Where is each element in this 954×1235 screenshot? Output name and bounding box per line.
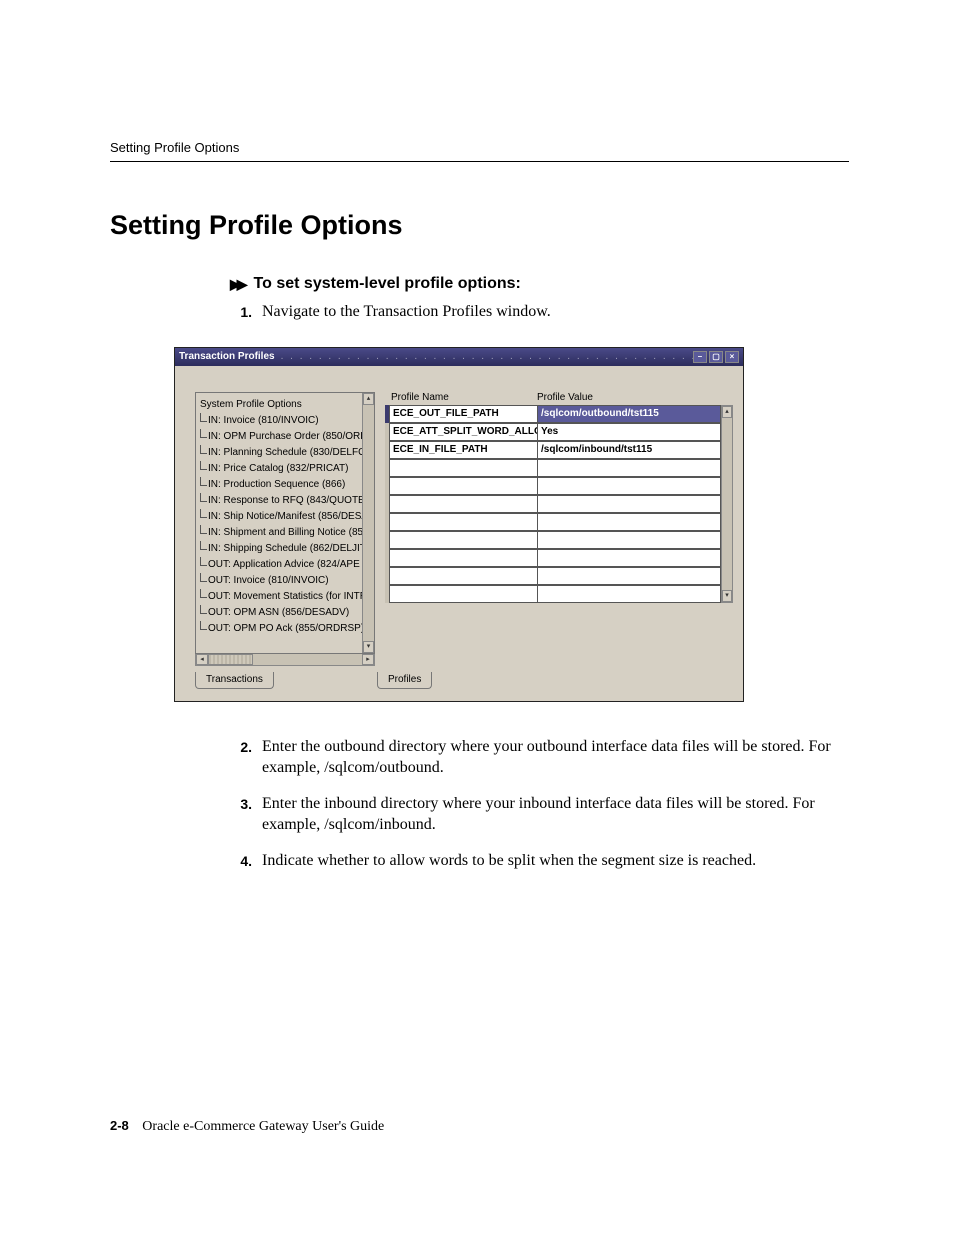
cell-profile-name[interactable]: ECE_OUT_FILE_PATH <box>389 405 537 423</box>
table-row[interactable] <box>385 585 721 603</box>
minimize-button[interactable]: – <box>693 351 707 363</box>
book-title: Oracle e-Commerce Gateway User's Guide <box>142 1119 384 1134</box>
grid-headers: Profile Name Profile Value <box>385 392 733 403</box>
tree-item[interactable]: IN: Price Catalog (832/PRICAT) <box>200 461 372 477</box>
procedure-step: 1.Navigate to the Transaction Profiles w… <box>230 301 849 323</box>
scroll-left-button[interactable]: ◂ <box>196 654 208 665</box>
table-row[interactable] <box>385 459 721 477</box>
cell-profile-value[interactable] <box>537 459 721 477</box>
grid-vertical-scrollbar[interactable]: ▴ ▾ <box>721 405 733 603</box>
procedure-heading-text: To set system-level profile options: <box>254 275 521 293</box>
cell-profile-value[interactable] <box>537 585 721 603</box>
tree-item[interactable]: OUT: OPM PO Ack (855/ORDRSP) <box>200 621 372 637</box>
tree-item[interactable]: OUT: Application Advice (824/APE <box>200 557 372 573</box>
cell-profile-value[interactable] <box>537 549 721 567</box>
table-row[interactable] <box>385 477 721 495</box>
tree-item[interactable]: IN: Planning Schedule (830/DELFO <box>200 445 372 461</box>
tree-item[interactable]: OUT: OPM ASN (856/DESADV) <box>200 605 372 621</box>
table-row[interactable]: ECE_IN_FILE_PATH/sqlcom/inbound/tst115 <box>385 441 721 459</box>
tree-item[interactable]: IN: Shipment and Billing Notice (85 <box>200 525 372 541</box>
step-text: Enter the inbound directory where your i… <box>262 793 849 836</box>
step-number: 2. <box>230 736 262 779</box>
cell-profile-name[interactable] <box>389 567 537 585</box>
table-row[interactable] <box>385 513 721 531</box>
tab-transactions[interactable]: Transactions <box>195 672 274 689</box>
table-row[interactable] <box>385 495 721 513</box>
step-number: 1. <box>230 301 262 323</box>
cell-profile-value[interactable] <box>537 567 721 585</box>
tree-item[interactable]: IN: Response to RFQ (843/QUOTE) <box>200 493 372 509</box>
header-rule <box>110 161 849 162</box>
cell-profile-name[interactable]: ECE_IN_FILE_PATH <box>389 441 537 459</box>
cell-profile-value[interactable]: /sqlcom/outbound/tst115 <box>537 405 721 423</box>
procedure-heading: ▶▶ To set system-level profile options: <box>230 275 849 293</box>
transaction-tree[interactable]: System Profile Options IN: Invoice (810/… <box>195 392 375 654</box>
scroll-right-button[interactable]: ▸ <box>362 654 374 665</box>
restore-button[interactable]: ▢ <box>709 351 723 363</box>
cell-profile-name[interactable] <box>389 477 537 495</box>
cell-profile-name[interactable] <box>389 495 537 513</box>
cell-profile-name[interactable] <box>389 585 537 603</box>
window-titlebar: Transaction Profiles . . . . . . . . . .… <box>175 348 743 366</box>
tree-item[interactable]: IN: Invoice (810/INVOIC) <box>200 413 372 429</box>
column-header-profile-value: Profile Value <box>533 392 733 403</box>
cell-profile-name[interactable]: ECE_ATT_SPLIT_WORD_ALLO <box>389 423 537 441</box>
scroll-down-button[interactable]: ▾ <box>722 590 732 602</box>
scroll-up-button[interactable]: ▴ <box>722 406 732 418</box>
tree-vertical-scrollbar[interactable]: ▴ ▾ <box>362 393 374 653</box>
scroll-down-button[interactable]: ▾ <box>363 641 374 653</box>
table-row[interactable] <box>385 531 721 549</box>
step-number: 3. <box>230 793 262 836</box>
cell-profile-value[interactable] <box>537 531 721 549</box>
window-title: Transaction Profiles <box>179 351 275 362</box>
screenshot-window: Transaction Profiles . . . . . . . . . .… <box>174 347 744 702</box>
cell-profile-value[interactable]: Yes <box>537 423 721 441</box>
page-footer: 2-8 Oracle e-Commerce Gateway User's Gui… <box>110 1118 384 1135</box>
tab-profiles[interactable]: Profiles <box>377 672 432 689</box>
cell-profile-name[interactable] <box>389 459 537 477</box>
cell-profile-value[interactable] <box>537 513 721 531</box>
procedure-step: 4.Indicate whether to allow words to be … <box>230 850 849 872</box>
tree-horizontal-scrollbar[interactable]: ◂ ▸ <box>195 654 375 666</box>
tree-item[interactable]: OUT: Invoice (810/INVOIC) <box>200 573 372 589</box>
step-text: Enter the outbound directory where your … <box>262 736 849 779</box>
step-text: Indicate whether to allow words to be sp… <box>262 850 849 872</box>
cell-profile-name[interactable] <box>389 531 537 549</box>
procedure-step: 3.Enter the inbound directory where your… <box>230 793 849 836</box>
tree-root[interactable]: System Profile Options <box>200 397 372 413</box>
cell-profile-name[interactable] <box>389 513 537 531</box>
cell-profile-value[interactable]: /sqlcom/inbound/tst115 <box>537 441 721 459</box>
table-row[interactable] <box>385 567 721 585</box>
forward-icon: ▶▶ <box>230 276 244 293</box>
cell-profile-name[interactable] <box>389 549 537 567</box>
page-title: Setting Profile Options <box>110 210 849 241</box>
tree-item[interactable]: IN: Ship Notice/Manifest (856/DESA <box>200 509 372 525</box>
step-number: 4. <box>230 850 262 872</box>
step-text: Navigate to the Transaction Profiles win… <box>262 301 849 323</box>
running-header: Setting Profile Options <box>110 140 849 155</box>
close-button[interactable]: × <box>725 351 739 363</box>
tree-item[interactable]: IN: OPM Purchase Order (850/ORD <box>200 429 372 445</box>
titlebar-filler: . . . . . . . . . . . . . . . . . . . . … <box>275 351 693 362</box>
cell-profile-value[interactable] <box>537 477 721 495</box>
table-row[interactable] <box>385 549 721 567</box>
tree-item[interactable]: OUT: Movement Statistics (for INTR <box>200 589 372 605</box>
column-header-profile-name: Profile Name <box>385 392 533 403</box>
tree-item[interactable]: IN: Production Sequence (866) <box>200 477 372 493</box>
table-row[interactable]: ECE_OUT_FILE_PATH/sqlcom/outbound/tst115 <box>385 405 721 423</box>
procedure-step: 2.Enter the outbound directory where you… <box>230 736 849 779</box>
tree-item[interactable]: IN: Shipping Schedule (862/DELJIT <box>200 541 372 557</box>
scroll-up-button[interactable]: ▴ <box>363 393 374 405</box>
page-number: 2-8 <box>110 1118 129 1133</box>
scroll-thumb[interactable] <box>208 654 253 665</box>
table-row[interactable]: ECE_ATT_SPLIT_WORD_ALLOYes <box>385 423 721 441</box>
cell-profile-value[interactable] <box>537 495 721 513</box>
